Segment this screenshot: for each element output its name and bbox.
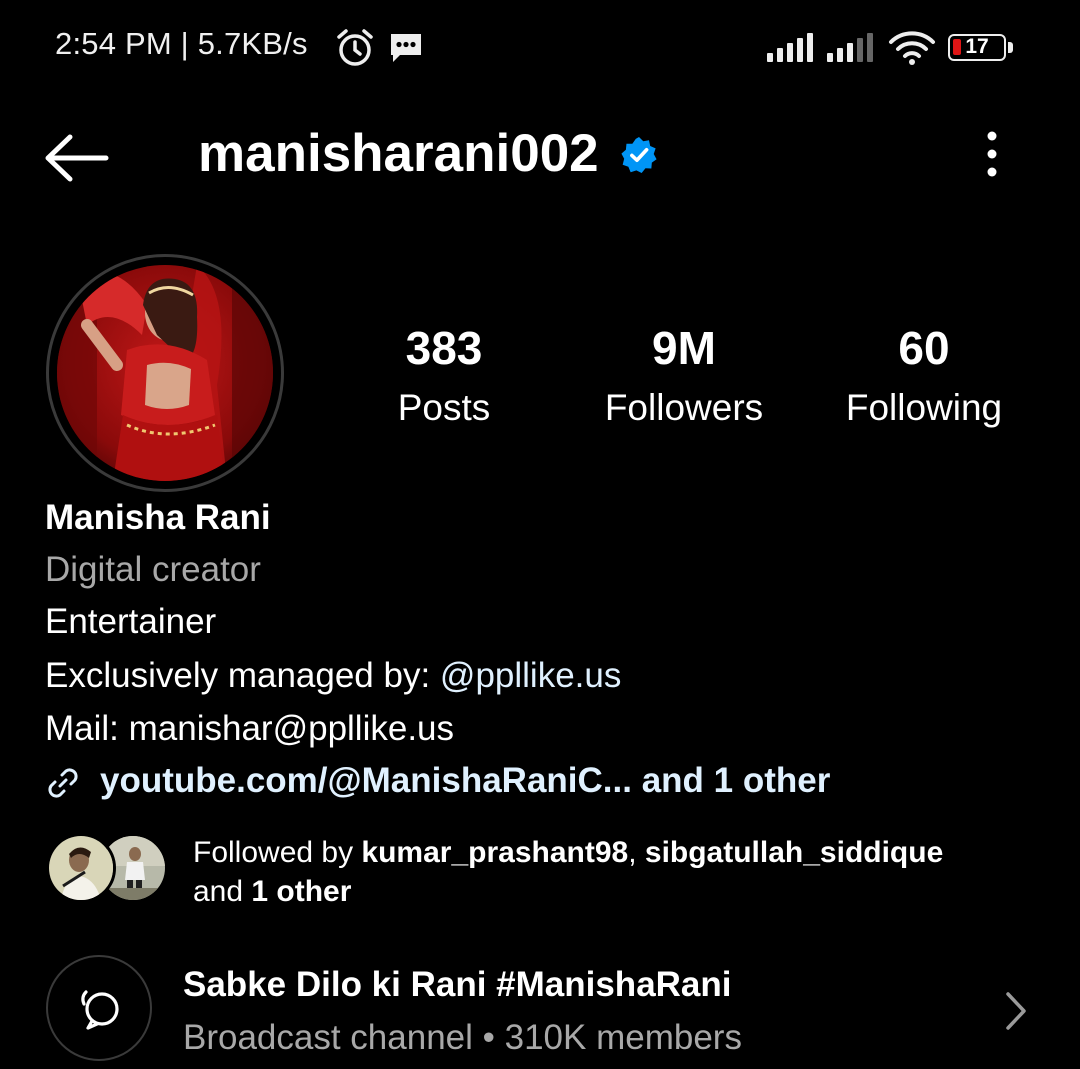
wifi-icon [888, 30, 936, 71]
status-time-speed: 2:54 PM | 5.7KB/s [55, 26, 308, 61]
status-bar: 2:54 PM | 5.7KB/s 17 [0, 0, 1080, 100]
posts-count[interactable]: 383 Posts [334, 320, 554, 434]
followed-by-and: and [193, 875, 252, 908]
followed-by-separator: , [628, 836, 645, 869]
followers-value: 9M [652, 322, 716, 374]
signal-icon [826, 33, 876, 68]
followers-label: Followers [604, 387, 764, 428]
profile-name: Manisha Rani [45, 498, 271, 537]
following-value: 60 [898, 322, 950, 374]
arrow-left-icon [45, 134, 109, 182]
avatar[interactable] [57, 265, 273, 481]
broadcast-channel-row[interactable]: Sabke Dilo ki Rani #ManishaRani Broadcas… [46, 955, 1046, 1069]
channel-subtitle: Broadcast channel • 310K members [183, 1018, 742, 1057]
followers-count[interactable]: 9M Followers [574, 320, 794, 434]
link-icon [45, 765, 81, 812]
bio-line-2-prefix: Exclusively managed by: [45, 656, 440, 695]
message-icon [388, 31, 424, 70]
mutual-follower-name: kumar_prashant98 [361, 836, 629, 869]
mutual-follower-name: sibgatullah_siddique [644, 836, 944, 869]
more-vertical-icon [987, 131, 997, 177]
avatar-photo [57, 265, 273, 481]
followed-by-prefix: Followed by [193, 836, 362, 869]
battery-tip [1008, 42, 1013, 53]
mention-link[interactable]: @ppllike.us [440, 656, 621, 695]
back-button[interactable] [40, 128, 112, 188]
bio-line-1: Entertainer [45, 602, 217, 641]
bio-line-3: Mail: manishar@ppllike.us [45, 709, 455, 748]
channel-title: Sabke Dilo ki Rani #ManishaRani [183, 965, 732, 1004]
more-options-button[interactable] [970, 126, 1014, 186]
channel-icon-circle [46, 955, 152, 1061]
posts-value: 383 [405, 322, 483, 374]
followed-by-text[interactable]: Followed by kumar_prashant98, sibgatulla… [193, 833, 1043, 911]
alarm-icon [334, 28, 376, 73]
signal-icon [766, 33, 816, 68]
chevron-right-icon [1002, 991, 1030, 1036]
profile-username: manisharani002 [198, 124, 599, 183]
following-count[interactable]: 60 Following [814, 320, 1034, 434]
bio-line-2: Exclusively managed by: @ppllike.us [45, 654, 621, 698]
broadcast-channel-icon [81, 990, 119, 1030]
bio-link-text: youtube.com/@ManishaRaniC... and 1 other [100, 761, 831, 800]
verified-badge-icon [620, 136, 658, 179]
following-label: Following [845, 387, 1003, 428]
battery-level: 17 [965, 35, 989, 58]
posts-label: Posts [397, 387, 491, 428]
profile-category: Digital creator [45, 550, 261, 589]
mutual-follower-avatar[interactable] [46, 833, 116, 903]
battery-icon: 17 [948, 34, 1006, 61]
followed-by-others: 1 other [251, 875, 352, 908]
